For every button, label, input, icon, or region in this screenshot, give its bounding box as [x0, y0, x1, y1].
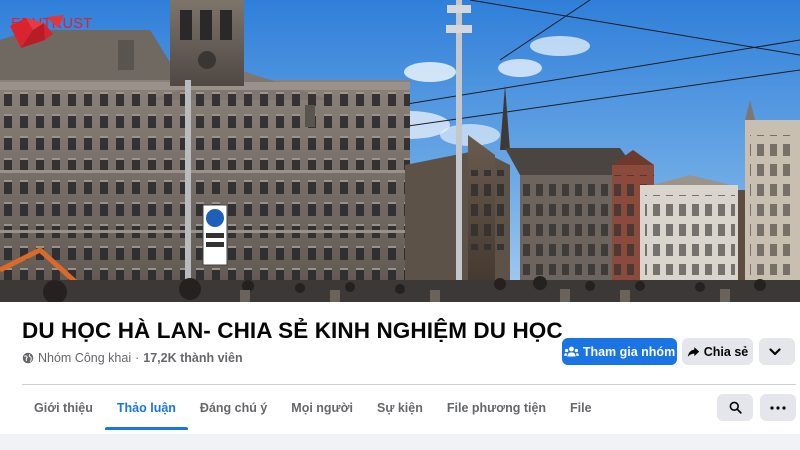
brand-logo-icon: [10, 15, 64, 48]
tab-file[interactable]: File: [558, 386, 604, 430]
chevron-down-icon: [769, 347, 781, 355]
join-group-label: Tham gia nhóm: [582, 344, 676, 359]
group-tabs: Giới thiệu Thảo luận Đáng chú ý Mọi ngườ…: [22, 386, 604, 430]
share-label: Chia sẻ: [703, 344, 749, 359]
join-group-button[interactable]: Tham gia nhóm: [562, 338, 677, 365]
cover-photo-illustration: [0, 0, 800, 302]
page-background-strip: [0, 434, 800, 450]
globe-icon: [22, 352, 34, 364]
tab-dang-chu-y[interactable]: Đáng chú ý: [188, 386, 279, 430]
header-divider: [22, 384, 796, 385]
tab-file-phuong-tien[interactable]: File phương tiện: [435, 386, 558, 430]
tab-thao-luan[interactable]: Thảo luận: [104, 386, 188, 430]
tab-moi-nguoi[interactable]: Mọi người: [279, 386, 365, 430]
tab-su-kien[interactable]: Sự kiện: [365, 386, 435, 430]
tab-gioi-thieu[interactable]: Giới thiệu: [22, 386, 105, 430]
group-title: DU HỌC HÀ LAN- CHIA SẺ KINH NGHIỆM DU HỌ…: [22, 318, 563, 343]
group-members-link[interactable]: 17,2K thành viên: [143, 351, 242, 365]
group-meta: Nhóm Công khai · 17,2K thành viên: [22, 351, 243, 365]
header-more-button[interactable]: [759, 338, 795, 365]
cover-photo: EDUTRUST: [0, 0, 800, 302]
group-people-icon: [563, 346, 579, 356]
search-button[interactable]: [717, 394, 753, 421]
share-button[interactable]: Chia sẻ: [682, 338, 753, 365]
more-icon: [770, 405, 786, 410]
search-icon: [729, 401, 742, 414]
group-privacy: Nhóm Công khai: [38, 351, 132, 365]
share-arrow-icon: [687, 346, 699, 357]
meta-separator: ·: [135, 351, 140, 365]
more-options-button[interactable]: [760, 394, 796, 421]
brand-logo: EDUTRUST: [9, 14, 92, 48]
